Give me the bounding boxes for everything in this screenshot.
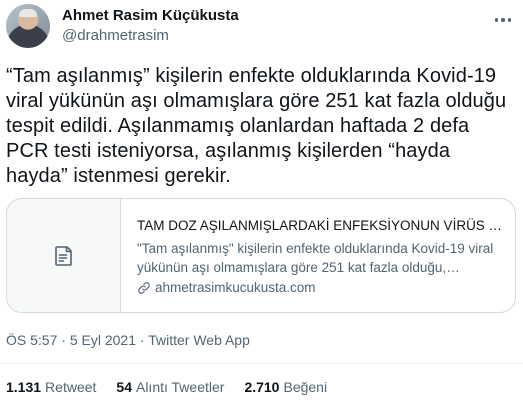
more-dot-icon [494,18,499,22]
avatar-hair [19,9,37,17]
quotes-label: Alıntı Tweetler [135,379,225,395]
tweet-time[interactable]: ÖS 5:57 [6,332,57,348]
retweets-label: Retweet [45,379,97,395]
card-body: TAM DOZ AŞILANMIŞLARDAKİ ENFEKSİYONUN Vİ… [137,217,507,297]
link-icon [138,281,150,294]
avatar[interactable] [6,4,50,48]
card-domain: ahmetrasimkucukusta.com [137,278,507,297]
divider [0,363,523,364]
tweet-meta: ÖS 5:57 · 5 Eyl 2021 · Twitter Web App [6,331,250,349]
card-title: TAM DOZ AŞILANMIŞLARDAKİ ENFEKSİYONUN Vİ… [137,218,507,233]
card-thumbnail [7,199,121,312]
tweet-text: “Tam aşılanmış” kişilerin enfekte oldukl… [6,65,507,187]
retweets-count: 1.131 [6,379,42,395]
document-icon [54,245,72,266]
author-display-name[interactable]: Ahmet Rasim Küçükusta [62,6,239,26]
tweet-source[interactable]: Twitter Web App [148,332,250,348]
quotes-stat[interactable]: 54 Alıntı Tweetler [116,378,224,396]
author-handle[interactable]: @drahmetrasim [62,26,239,46]
author-block: Ahmet Rasim Küçükusta @drahmetrasim [62,6,239,46]
more-dot-icon [507,18,512,22]
engagement-stats: 1.131 Retweet 54 Alıntı Tweetler 2.710 Beğe… [6,378,327,396]
meta-separator: · [61,332,66,348]
more-dot-icon [501,18,505,22]
meta-separator: · [139,332,145,348]
tweet-date[interactable]: 5 Eyl 2021 [70,332,136,348]
likes-stat[interactable]: 2.710 Beğeni [244,378,327,396]
link-card[interactable]: TAM DOZ AŞILANMIŞLARDAKİ ENFEKSİYONUN Vİ… [6,198,516,313]
more-options-button[interactable] [493,10,513,30]
retweets-stat[interactable]: 1.131 Retweet [6,378,96,396]
quotes-count: 54 [116,379,132,395]
card-domain-text: ahmetrasimkucukusta.com [155,280,316,295]
card-description: "Tam aşılanmış" kişilerin enfekte oldukl… [137,241,494,275]
likes-count: 2.710 [244,379,280,395]
likes-label: Beğeni [283,379,328,395]
tweet-header: Ahmet Rasim Küçükusta @drahmetrasim [6,4,517,48]
